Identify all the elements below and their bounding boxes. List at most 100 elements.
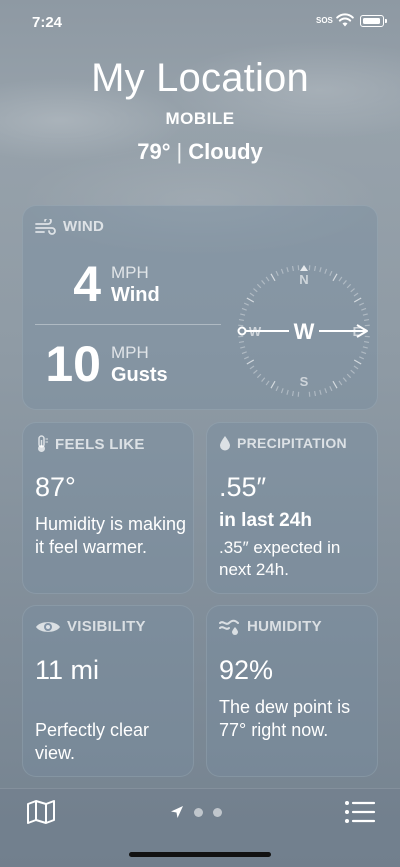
compass-tick (353, 297, 362, 303)
compass-tick (291, 390, 294, 397)
compass-tick (324, 388, 328, 394)
current-temperature: 79° (137, 139, 171, 164)
compass-tick (329, 270, 333, 276)
compass-tick (353, 292, 359, 297)
list-icon[interactable] (344, 799, 376, 825)
humidity-header: HUMIDITY (219, 618, 322, 635)
compass-tick (265, 276, 270, 282)
compass-tick (361, 351, 367, 355)
page-dot[interactable] (194, 807, 203, 817)
compass-tick (362, 346, 368, 349)
compass-tick (256, 283, 262, 289)
wind-card[interactable]: WIND 4 MPH Wind 10 MPH Gusts N S E W W (22, 205, 378, 410)
wind-gusts-unit: MPH (111, 343, 149, 362)
compass-tick (361, 307, 367, 311)
humidity-title: HUMIDITY (247, 618, 322, 635)
page-dot[interactable] (213, 807, 222, 817)
location-title: My Location (91, 56, 309, 100)
precipitation-description: .35″ expected in next 24h. (219, 538, 341, 579)
compass-tick (249, 292, 255, 297)
compass-tick (338, 276, 343, 282)
compass-tick (240, 313, 246, 316)
compass-tick (329, 386, 333, 392)
compass-tick (346, 283, 352, 289)
visibility-title: VISIBILITY (67, 618, 146, 635)
visibility-header: VISIBILITY (35, 618, 146, 635)
compass-tick (363, 318, 370, 321)
compass-tick (261, 377, 266, 382)
wind-icon (35, 218, 56, 235)
location-arrow-icon (171, 806, 183, 818)
wind-speed-value: 4 (73, 256, 101, 312)
visibility-value: 11 mi (35, 655, 100, 685)
wind-title: WIND (63, 218, 105, 235)
visibility-description: Perfectly clear view. (35, 720, 150, 763)
compass-tick (246, 297, 255, 303)
compass-tick (332, 380, 338, 389)
compass-tick (350, 369, 355, 374)
compass-tick (280, 388, 284, 394)
map-icon[interactable] (26, 799, 56, 825)
compass-tick (238, 341, 245, 344)
raindrop-icon (220, 436, 230, 451)
compass-tick (275, 270, 279, 276)
compass-tick (253, 288, 258, 293)
compass-tick (256, 373, 262, 379)
humidity-icon (219, 619, 239, 635)
page-indicator[interactable] (170, 805, 222, 819)
compass-tick (362, 313, 368, 316)
compass-tick (275, 386, 279, 392)
compass-tick (353, 365, 359, 370)
wifi-icon (336, 13, 354, 27)
compass-tick (270, 380, 276, 389)
north-pointer-icon (300, 265, 308, 271)
summary-separator: | (176, 139, 183, 164)
compass-tick (324, 268, 328, 274)
current-summary: 79° | Cloudy (0, 139, 400, 165)
wind-speed-row: 4 MPH Wind (33, 258, 160, 310)
compass-tick (270, 273, 276, 282)
feels-like-card[interactable]: FEELS LIKE 87° Humidity is making it fee… (22, 422, 194, 594)
wind-gusts-row: 10 MPH Gusts (33, 338, 168, 390)
precipitation-card[interactable]: PRECIPITATION .55″ in last 24h .35″ expe… (206, 422, 378, 594)
compass-tick (261, 280, 266, 285)
compass-tick (353, 359, 362, 365)
wind-divider (35, 324, 221, 325)
battery-icon (360, 15, 387, 27)
home-indicator[interactable] (129, 852, 271, 857)
precipitation-title: PRECIPITATION (237, 435, 347, 451)
wind-speed-unit: MPH (111, 263, 149, 282)
compass-tick (319, 267, 322, 273)
feels-like-title: FEELS LIKE (55, 435, 145, 453)
compass-s: S (300, 374, 309, 389)
humidity-card[interactable]: HUMIDITY 92% The dew point is 77° right … (206, 605, 378, 777)
precipitation-period: in last 24h (219, 510, 312, 531)
compass-tick (243, 302, 249, 306)
precipitation-value: .55″ (219, 472, 267, 502)
compass-tick (265, 380, 270, 386)
wind-compass: N S E W W (237, 265, 370, 397)
compass-tick (359, 302, 365, 306)
compass-tick (342, 280, 347, 285)
current-condition: Cloudy (188, 139, 263, 164)
sos-indicator: SOS (316, 16, 333, 25)
location-subtitle: MOBILE (165, 109, 235, 128)
eye-icon (36, 621, 60, 632)
compass-tick (243, 356, 249, 360)
compass-tick (280, 268, 284, 274)
wind-gusts-label: Gusts (111, 364, 168, 386)
compass-tick (363, 341, 370, 344)
humidity-value: 92% (219, 655, 274, 685)
compass-tick (342, 377, 347, 382)
visibility-card[interactable]: VISIBILITY 11 mi Perfectly clear view. (22, 605, 194, 777)
precipitation-header: PRECIPITATION (219, 435, 347, 451)
compass-tick (359, 356, 365, 360)
status-time: 7:24 (32, 14, 63, 31)
compass-tick (338, 380, 343, 386)
compass-n: N (299, 272, 308, 287)
compass-tick (319, 389, 322, 395)
compass-tick (314, 265, 317, 272)
wind-direction-label: W (294, 319, 315, 344)
feels-like-description: Humidity is making it feel warmer. (35, 514, 187, 557)
compass-tick (241, 307, 247, 311)
